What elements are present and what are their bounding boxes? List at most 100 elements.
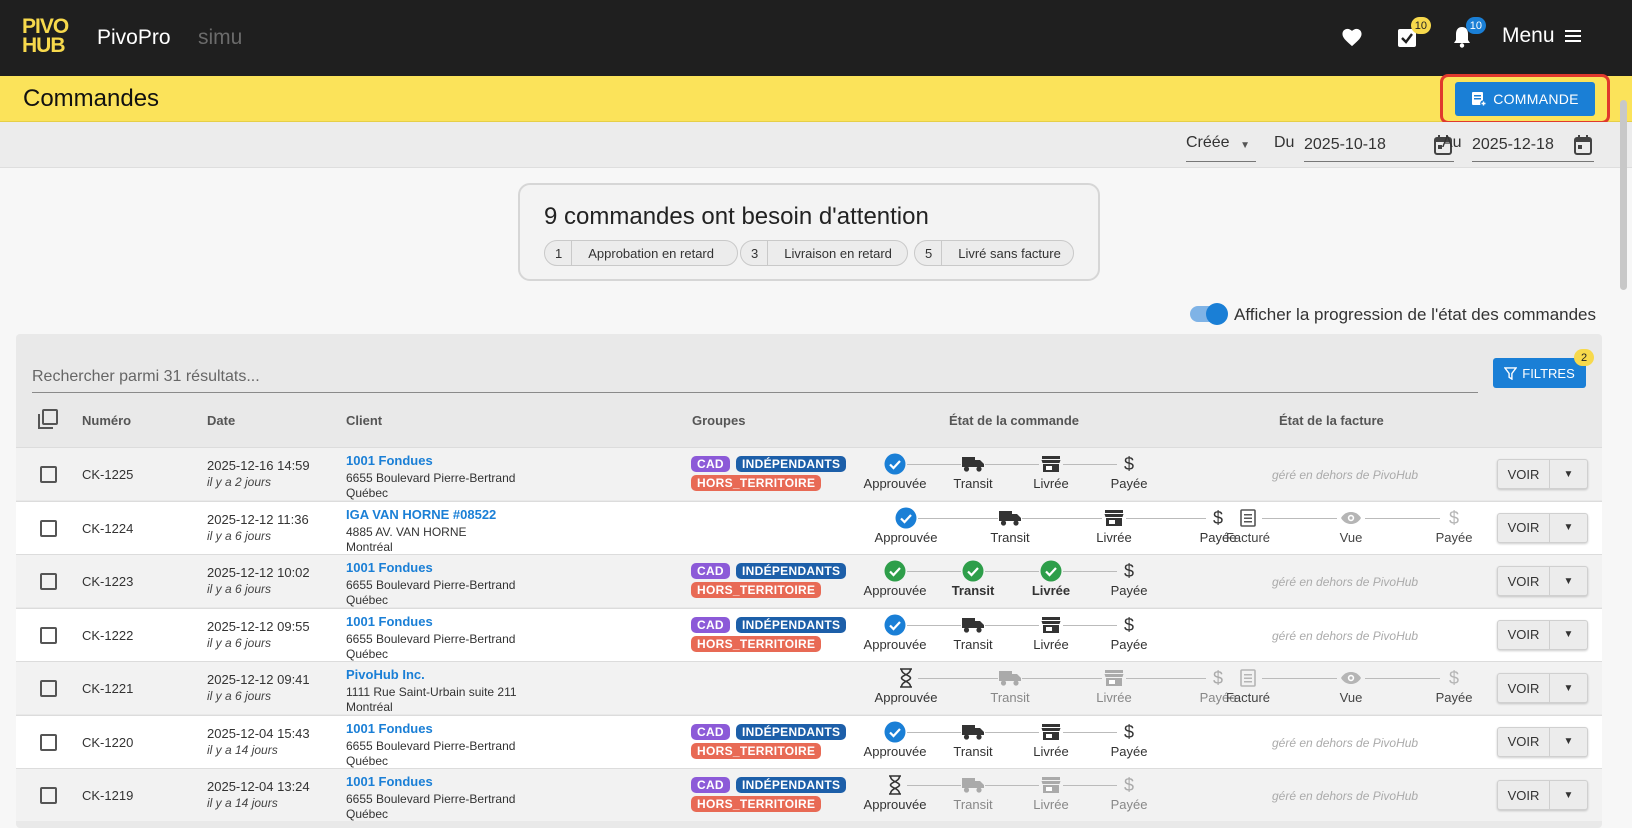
order-number[interactable]: CK-1220 [82,735,133,750]
table-row[interactable]: CK-1219 2025-12-04 13:24 il y a 14 jours 10… [16,768,1602,821]
chip-late-delivery[interactable]: 3 Livraison en retard [740,240,908,266]
group-tag-cad: CAD [691,777,730,793]
caret-down-icon[interactable]: ▼ [1550,674,1587,702]
row-checkbox[interactable] [40,680,57,697]
app-name[interactable]: PivoPro [97,26,171,50]
table-row[interactable]: CK-1221 2025-12-12 09:41 il y a 6 jours Piv… [16,661,1602,714]
client-name-link[interactable]: IGA VAN HORNE #08522 [346,507,496,522]
svg-text:$: $ [1449,668,1459,688]
table-row[interactable]: CK-1224 2025-12-12 11:36 il y a 6 jours IGA… [16,500,1602,554]
table-row[interactable]: CK-1225 2025-12-16 14:59 il y a 2 jours 100… [16,447,1602,500]
view-button[interactable]: VOIR [1498,674,1550,702]
order-date: 2025-12-04 15:43 il y a 14 jours [207,726,310,757]
hourglass-icon [866,666,946,690]
view-split-button: VOIR ▼ [1497,726,1588,757]
invoice-outside-note: géré en dehors de PivoHub [1272,789,1419,803]
row-checkbox[interactable] [40,733,57,751]
svg-text:$: $ [1124,561,1134,581]
row-checkbox[interactable] [40,787,57,804]
check-circle-icon [855,613,935,637]
table-row[interactable]: CK-1222 2025-12-12 09:55 il y a 6 jours 100… [16,607,1602,661]
from-date-field[interactable]: 2025-10-18 [1304,132,1454,162]
step-label: Transit [953,797,993,812]
order-number[interactable]: CK-1222 [82,628,133,643]
chip-late-approval[interactable]: 1 Approbation en retard [544,240,738,266]
client-name-link[interactable]: PivoHub Inc. [346,667,517,682]
header-invoice-state[interactable]: État de la facture [1279,413,1384,428]
new-order-button[interactable]: COMMANDE [1455,82,1595,116]
store-icon [1074,506,1154,530]
client-name-link[interactable]: 1001 Fondues [346,614,515,629]
step-transit: Transit [933,720,1013,759]
chip-count: 1 [545,241,573,265]
header-client[interactable]: Client [346,413,382,428]
row-checkbox[interactable] [40,573,57,590]
step-transit: Transit [933,773,1013,812]
group-tag-independants: INDÉPENDANTS [736,723,847,740]
heart-icon[interactable] [1338,23,1366,51]
header-order-state[interactable]: État de la commande [949,413,1079,428]
menu-button[interactable]: Menu [1502,24,1581,48]
step-label: Payée [1110,743,1148,759]
step-label: Approuvée [863,797,927,812]
page-title-bar: Commandes [0,76,1632,122]
header-number[interactable]: Numéro [82,413,131,428]
row-checkbox[interactable] [40,519,57,537]
client-name-link[interactable]: 1001 Fondues [346,721,515,736]
caret-down-icon[interactable]: ▼ [1550,460,1587,488]
step-delivered: Livrée [1074,506,1154,545]
view-button[interactable]: VOIR [1498,567,1550,595]
tasks-icon[interactable]: 10 [1393,17,1431,51]
table-row[interactable]: CK-1223 2025-12-12 10:02 il y a 6 jours 100… [16,554,1602,607]
order-number[interactable]: CK-1223 [82,574,133,589]
truck-icon [933,452,1013,476]
client-name-link[interactable]: 1001 Fondues [346,774,515,789]
caret-down-icon[interactable]: ▼ [1550,567,1587,595]
filters-button[interactable]: FILTRES 2 [1493,349,1594,388]
truck-icon [970,666,1050,690]
view-button[interactable]: VOIR [1498,727,1550,756]
order-datetime: 2025-12-12 09:41 [207,672,310,687]
step-transit: Transit [970,506,1050,545]
caret-down-icon[interactable]: ▼ [1550,621,1587,649]
step-approved: Approuvée [866,506,946,545]
date-mode-select[interactable]: Créée ▼ [1186,134,1256,162]
select-all-icon[interactable] [38,409,58,434]
header-date[interactable]: Date [207,413,235,428]
view-button[interactable]: VOIR [1498,781,1550,809]
view-button[interactable]: VOIR [1498,460,1550,488]
page-scrollbar[interactable] [1620,100,1627,290]
view-button[interactable]: VOIR [1498,620,1550,649]
caret-down-icon[interactable]: ▼ [1550,514,1587,542]
view-button[interactable]: VOIR [1498,513,1550,542]
chip-label: Approbation en retard [588,245,714,261]
step-delivered: Livrée [1011,452,1091,491]
row-checkbox[interactable] [40,466,57,483]
invoice-step-viewed: Vue [1311,666,1391,705]
caret-down-icon: ▼ [1240,140,1250,151]
invoice-step-paid: $ Payée [1414,506,1494,545]
order-relative-date: il y a 6 jours [207,528,272,543]
bell-icon[interactable]: 10 [1448,17,1486,51]
caret-down-icon[interactable]: ▼ [1550,728,1587,756]
chip-delivered-no-invoice[interactable]: 5 Livré sans facture [914,240,1074,266]
order-number[interactable]: CK-1224 [82,521,133,536]
order-number[interactable]: CK-1219 [82,788,133,803]
order-number[interactable]: CK-1225 [82,467,133,482]
pivohub-logo[interactable]: PIVO HUB [22,16,78,59]
step-delivered: Livrée [1074,666,1154,705]
caret-down-icon[interactable]: ▼ [1550,781,1587,809]
search-input[interactable]: Rechercher parmi 31 résultats... [32,358,1478,393]
step-label: Transit [953,743,993,759]
to-date-field[interactable]: 2025-12-18 [1472,132,1594,162]
client-name-link[interactable]: 1001 Fondues [346,560,515,575]
header-groups[interactable]: Groupes [692,413,745,428]
calendar-icon[interactable] [1574,135,1592,160]
client-name-link[interactable]: 1001 Fondues [346,453,515,468]
step-label: Payée [1110,636,1148,652]
step-approved: Approuvée [855,559,935,598]
progress-toggle[interactable] [1190,303,1228,325]
row-checkbox[interactable] [40,626,57,644]
order-number[interactable]: CK-1221 [82,681,133,696]
table-row[interactable]: CK-1220 2025-12-04 15:43 il y a 14 jours 10… [16,714,1602,768]
